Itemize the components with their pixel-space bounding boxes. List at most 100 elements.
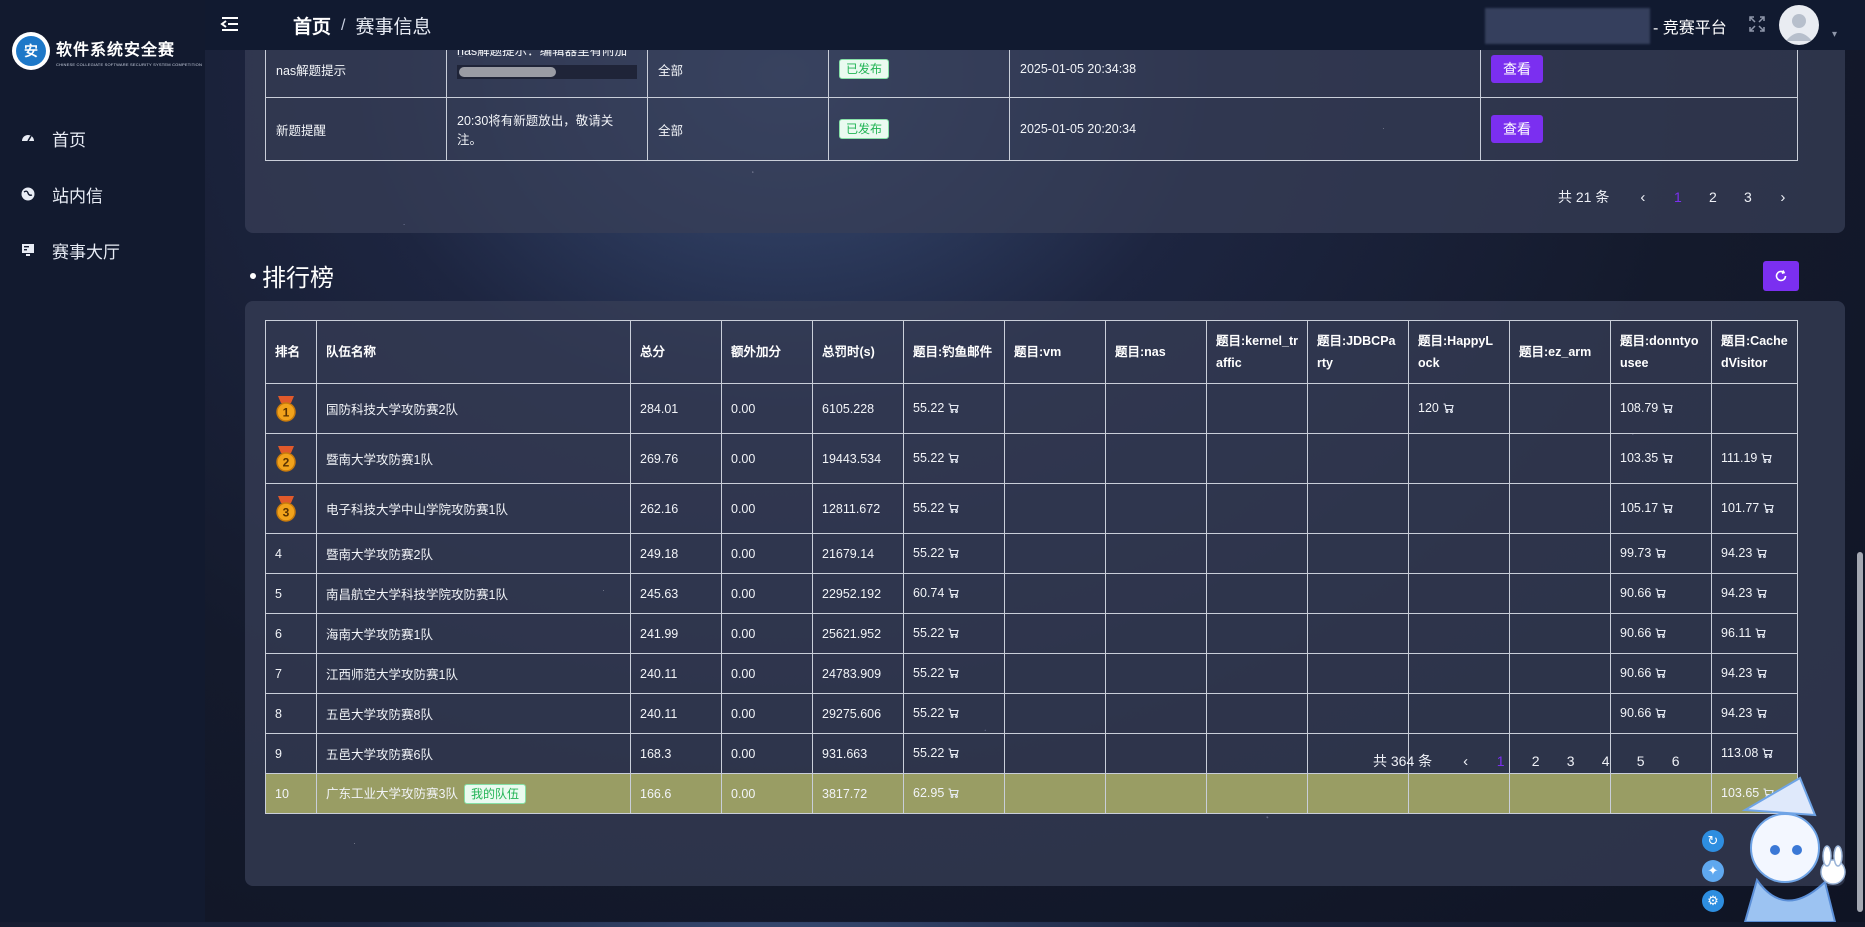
page-button[interactable]: 2 bbox=[1695, 189, 1730, 205]
chevron-down-icon[interactable]: ▾ bbox=[1832, 29, 1837, 40]
rank-cell: 4 bbox=[265, 533, 317, 574]
challenge-score-cell bbox=[1408, 483, 1510, 534]
cart-icon bbox=[1662, 453, 1673, 466]
team-name: 海南大学攻防赛1队 bbox=[326, 628, 433, 642]
challenge-score-cell bbox=[1509, 773, 1611, 814]
challenge-score: 90.66 bbox=[1620, 666, 1652, 681]
challenge-score: 60.74 bbox=[913, 586, 945, 601]
platform-name: - 竞赛平台 bbox=[1653, 20, 1727, 37]
challenge-score-cell bbox=[1004, 573, 1106, 614]
page-button[interactable]: 6 bbox=[1658, 753, 1693, 769]
penalty-cell: 25621.952 bbox=[812, 613, 904, 654]
challenge-score-cell bbox=[1408, 773, 1510, 814]
challenge-score-cell bbox=[1408, 613, 1510, 654]
challenge-score: 105.17 bbox=[1620, 501, 1659, 516]
sidebar-item-home[interactable]: 首页 bbox=[0, 110, 205, 166]
view-button[interactable]: 查看 bbox=[1491, 55, 1543, 83]
next-page-button[interactable]: › bbox=[1765, 189, 1800, 206]
cart-icon bbox=[1655, 588, 1666, 601]
challenge-score-cell bbox=[1105, 533, 1207, 574]
sidebar-item-label: 赛事大厅 bbox=[52, 242, 120, 262]
settings-gear-icon[interactable]: ⚙ bbox=[1702, 890, 1724, 912]
notice-time: 2025-01-05 20:20:34 bbox=[1009, 97, 1481, 161]
penalty-cell: 19443.534 bbox=[812, 433, 904, 484]
page-button[interactable]: 4 bbox=[1588, 753, 1623, 769]
challenge-score-cell bbox=[1307, 383, 1409, 434]
challenge-score: 55.22 bbox=[913, 546, 945, 561]
challenge-score: 55.22 bbox=[913, 626, 945, 641]
team-name: 暨南大学攻防赛2队 bbox=[326, 548, 433, 562]
challenge-score-cell bbox=[1307, 693, 1409, 734]
logo-badge-icon: 安 bbox=[12, 32, 50, 70]
refresh-float-icon[interactable]: ↻ bbox=[1702, 830, 1724, 852]
medal-icon: 3 bbox=[276, 495, 296, 522]
page-button[interactable]: 3 bbox=[1730, 189, 1765, 205]
sidebar-item-label: 站内信 bbox=[52, 186, 103, 206]
challenge-score-cell bbox=[1509, 613, 1611, 654]
challenge-score-cell bbox=[1004, 733, 1106, 774]
cart-icon bbox=[1756, 548, 1767, 561]
challenge-score-cell bbox=[1004, 773, 1106, 814]
sidebar-item-messages[interactable]: 站内信 bbox=[0, 166, 205, 222]
challenge-score-cell: 90.66 bbox=[1610, 613, 1712, 654]
cart-icon bbox=[1655, 548, 1666, 561]
cart-icon bbox=[1763, 503, 1774, 516]
challenge-score-cell bbox=[1307, 613, 1409, 654]
menu-collapse-icon[interactable] bbox=[219, 13, 241, 35]
table-row: 1 国防科技大学攻防赛2队 284.01 0.00 6105.228 55.22 120 10… bbox=[265, 383, 1798, 434]
sidebar-item-arena[interactable]: 赛事大厅 bbox=[0, 222, 205, 278]
prev-page-button[interactable]: ‹ bbox=[1448, 753, 1483, 770]
cart-icon bbox=[1443, 403, 1454, 416]
challenge-score-cell bbox=[1509, 653, 1611, 694]
challenge-score-cell: 55.22 bbox=[903, 733, 1005, 774]
challenge-score: 113.08 bbox=[1721, 746, 1759, 761]
user-avatar[interactable] bbox=[1779, 5, 1819, 45]
top-header: 首页 / 赛事信息 - 竞赛平台 ▾ bbox=[205, 0, 1865, 50]
notice-table: nas解题提示 nas解题提示：编辑器里有附加题 全部 已发布 2025-01-… bbox=[265, 40, 1798, 161]
penalty-cell: 29275.606 bbox=[812, 693, 904, 734]
breadcrumb-home[interactable]: 首页 bbox=[293, 12, 331, 39]
challenge-score-cell bbox=[1105, 733, 1207, 774]
cart-icon bbox=[948, 503, 959, 516]
leaderboard-title-text: 排行榜 bbox=[262, 265, 334, 292]
leaderboard-title: 排行榜 bbox=[250, 258, 334, 293]
prev-page-button[interactable]: ‹ bbox=[1625, 189, 1660, 206]
challenge-score: 94.23 bbox=[1721, 666, 1753, 681]
challenge-score: 96.11 bbox=[1721, 626, 1752, 641]
team-name: 五邑大学攻防赛6队 bbox=[326, 748, 433, 762]
score-cell: 245.63 bbox=[630, 573, 722, 614]
tool-float-icon[interactable]: ✦ bbox=[1702, 860, 1724, 882]
challenge-score: 108.79 bbox=[1620, 401, 1659, 416]
cart-icon bbox=[1655, 708, 1666, 721]
view-button[interactable]: 查看 bbox=[1491, 115, 1543, 143]
challenge-score-cell bbox=[1105, 573, 1207, 614]
bonus-cell: 0.00 bbox=[721, 773, 813, 814]
refresh-button[interactable] bbox=[1763, 261, 1799, 291]
page-button[interactable]: 2 bbox=[1518, 753, 1553, 769]
team-name: 南昌航空大学科技学院攻防赛1队 bbox=[326, 588, 508, 602]
challenge-score-cell bbox=[1509, 483, 1611, 534]
page-button[interactable]: 5 bbox=[1623, 753, 1658, 769]
table-row: 2 暨南大学攻防赛1队 269.76 0.00 19443.534 55.22 103.35… bbox=[265, 433, 1798, 484]
fullscreen-icon[interactable] bbox=[1748, 15, 1766, 33]
page-button[interactable]: 1 bbox=[1483, 753, 1518, 769]
medal-icon: 2 bbox=[276, 445, 296, 472]
page-button[interactable]: 3 bbox=[1553, 753, 1588, 769]
table-row: 5 南昌航空大学科技学院攻防赛1队 245.63 0.00 22952.192 60.74… bbox=[265, 573, 1798, 614]
medal-number: 1 bbox=[283, 405, 290, 419]
page-button[interactable]: 1 bbox=[1660, 189, 1695, 205]
team-name: 国防科技大学攻防赛2队 bbox=[326, 403, 458, 417]
challenge-score-cell: 60.74 bbox=[903, 573, 1005, 614]
logo-mark: 安 bbox=[16, 36, 46, 66]
bullet-dot bbox=[250, 272, 256, 279]
notice-progress-bar bbox=[457, 65, 637, 79]
challenge-score: 55.22 bbox=[913, 501, 945, 516]
monitor-icon bbox=[20, 242, 36, 258]
challenge-score-cell: 55.22 bbox=[903, 483, 1005, 534]
challenge-score-cell bbox=[1206, 383, 1308, 434]
globe-icon bbox=[20, 186, 36, 202]
logo[interactable]: 安 软件系统安全赛 CHINESE COLLEGIATE SOFTWARE SE… bbox=[12, 32, 202, 70]
penalty-cell: 12811.672 bbox=[812, 483, 904, 534]
status-badge: 已发布 bbox=[839, 119, 890, 139]
cart-icon bbox=[948, 548, 959, 561]
